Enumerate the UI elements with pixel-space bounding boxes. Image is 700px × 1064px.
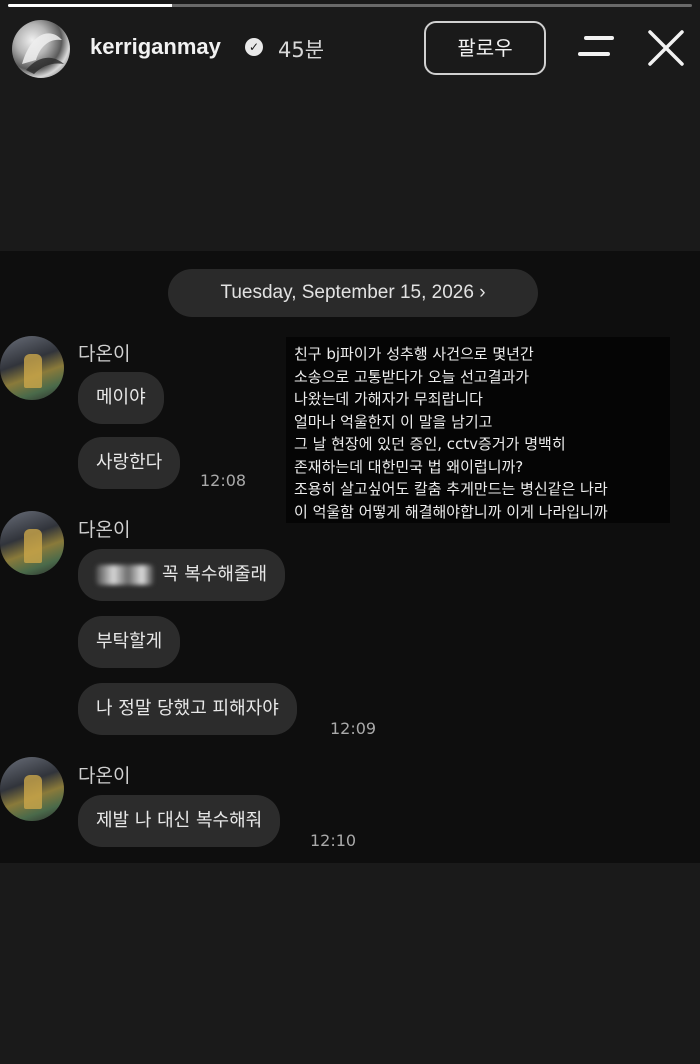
overlay-line: 그 날 현장에 있던 증인, cctv증거가 명백히 (294, 435, 566, 453)
message-bubble[interactable]: 나 정말 당했고 피해자야 (78, 683, 297, 735)
follow-button[interactable]: 팔로우 (424, 21, 546, 75)
post-time: 45분 (278, 38, 325, 62)
overlay-line: 친구 bj파이가 성추행 사건으로 몇년간 (294, 345, 534, 363)
sender-avatar[interactable] (0, 511, 64, 575)
story-background (0, 863, 700, 1064)
redacted-text (96, 565, 154, 585)
avatar-art (22, 33, 64, 74)
sender-avatar[interactable] (0, 757, 64, 821)
sender-avatar[interactable] (0, 336, 64, 400)
overlay-line: 존재하는데 대한민국 법 왜이럽니까? (294, 457, 524, 476)
overlay-line: 얼마나 억울한지 이 말을 남기고 (294, 412, 493, 431)
overlay-line: 조용히 살고싶어도 칼춤 추게만드는 병신같은 나라 (294, 480, 608, 498)
profile-avatar[interactable] (12, 20, 70, 78)
menu-icon[interactable] (578, 32, 616, 62)
message-bubble[interactable]: 부탁할게 (78, 616, 181, 668)
story-header: kerriganmay ✓ 45분 팔로우 (0, 0, 700, 100)
message-timestamp: 12:08 (200, 471, 247, 490)
message-timestamp: 12:09 (330, 719, 377, 738)
date-separator[interactable]: Tuesday, September 15, 2026 › (168, 269, 538, 317)
overlay-line: 소송으로 고통받다가 오늘 선고결과가 (294, 367, 530, 386)
message-bubble[interactable]: 꼭 복수해줄래 (78, 549, 286, 601)
verified-icon: ✓ (245, 38, 263, 56)
message-bubble[interactable]: 사랑한다 (78, 437, 181, 489)
sender-name: 다온이 (78, 343, 131, 365)
message-bubble[interactable]: 제발 나 대신 복수해줘 (78, 795, 281, 847)
close-icon[interactable] (646, 28, 686, 68)
overlay-line: 이 억울함 어떻게 해결해야합니까 이게 나라입니까 (294, 502, 608, 521)
overlay-line: 나왔는데 가해자가 무죄랍니다 (294, 390, 483, 408)
username[interactable]: kerriganmay (90, 34, 221, 60)
chat-screenshot: Tuesday, September 15, 2026 › 다온이 메이야 사랑… (0, 251, 700, 863)
story-text-overlay: 친구 bj파이가 성추행 사건으로 몇년간 소송으로 고통받다가 오늘 선고결과… (286, 337, 670, 523)
message-timestamp: 12:10 (310, 831, 357, 850)
message-text: 꼭 복수해줄래 (162, 564, 268, 585)
message-bubble[interactable]: 메이야 (78, 372, 164, 424)
sender-name: 다온이 (78, 519, 131, 541)
sender-name: 다온이 (78, 765, 131, 787)
